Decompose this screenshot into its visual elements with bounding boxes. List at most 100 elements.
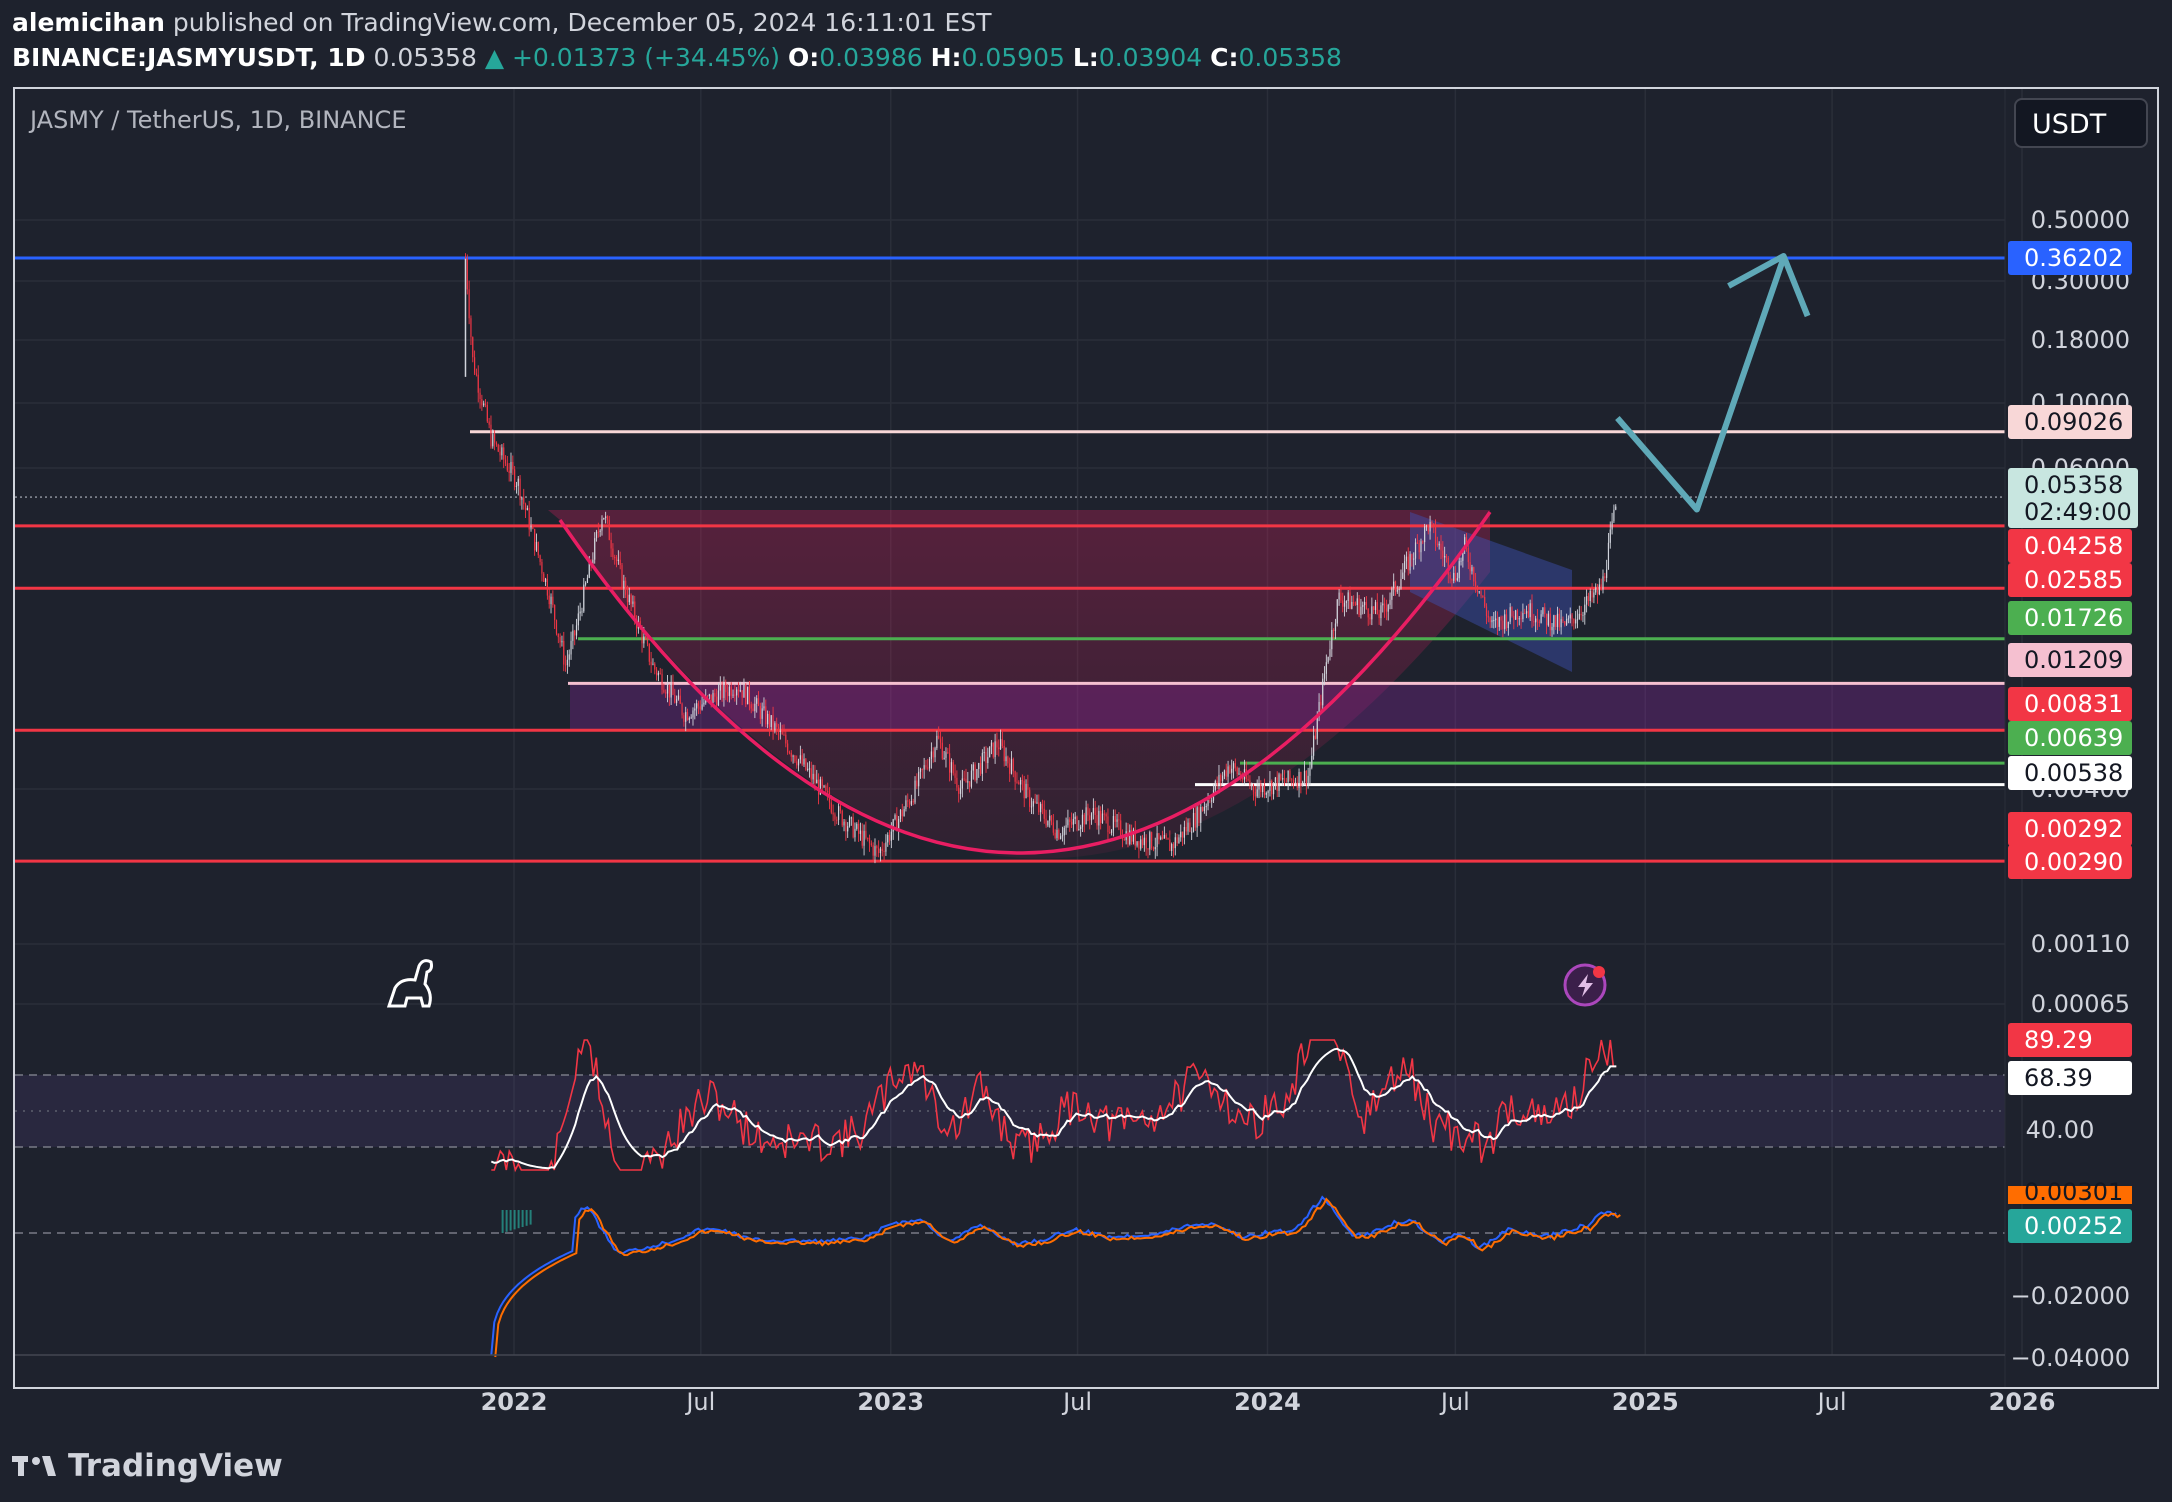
candle-body (706, 696, 709, 698)
candle-body (1027, 783, 1029, 790)
candle-body (1354, 603, 1357, 606)
candle-body (479, 392, 481, 400)
candle-body (1251, 785, 1253, 787)
candle-body (737, 689, 740, 692)
candle-body (1038, 802, 1040, 813)
candle-body (1010, 759, 1013, 774)
candle-body (681, 703, 683, 716)
candle-body (1225, 770, 1227, 777)
candle-body (555, 620, 558, 634)
candle-body (575, 625, 578, 636)
candle-body (832, 812, 834, 815)
currency-button[interactable]: USDT (2014, 98, 2148, 148)
candle-body (1096, 815, 1098, 826)
macd-histogram-bar (509, 1210, 512, 1231)
candle-body (1191, 831, 1193, 833)
notification-dot (1593, 966, 1605, 978)
candle-body (570, 640, 572, 655)
candle-body (1573, 618, 1575, 624)
candle-body (623, 580, 625, 589)
candle-body (1571, 614, 1573, 619)
candle-body (967, 781, 969, 783)
candle-body (1292, 779, 1295, 784)
candle-body (1609, 529, 1611, 543)
candle-body (1065, 825, 1067, 828)
candle-body (468, 289, 470, 319)
candle-body (1544, 607, 1546, 614)
candle-body (666, 684, 669, 694)
candle-body (512, 461, 514, 470)
candle-body (586, 577, 589, 583)
candle-body (1442, 550, 1444, 558)
candle-body (1606, 569, 1608, 578)
candle-body (564, 664, 567, 666)
candle-body (577, 613, 579, 626)
candle-body (1047, 820, 1049, 826)
candle-body (1535, 618, 1537, 623)
candle-body (530, 525, 532, 530)
candle-body (1576, 619, 1579, 621)
lightning-icon (1563, 963, 1607, 1007)
candle-body (803, 758, 805, 765)
candle-body (561, 640, 563, 643)
indicator-layer (15, 1039, 2005, 1358)
price-tag-0.00292: 0.00292 (2024, 815, 2123, 843)
candle-body (716, 696, 718, 706)
candle-body (919, 768, 922, 772)
candle-body (814, 773, 816, 784)
candle-body (865, 830, 867, 838)
candle-body (1167, 838, 1169, 840)
candle-body (903, 809, 905, 817)
candle-body (1181, 831, 1184, 838)
x-tick-label: 2026 (1989, 1388, 2056, 1416)
candle-body (1041, 803, 1044, 809)
candle-body (723, 683, 725, 698)
candle-body (1103, 813, 1105, 815)
candle-body (585, 582, 587, 585)
candle-body (1143, 837, 1145, 846)
candle-body (563, 640, 565, 665)
candle-body (1147, 848, 1149, 850)
candle-body (610, 539, 612, 549)
candle-body (1451, 578, 1453, 581)
candle-body (750, 704, 752, 709)
candle-body (810, 768, 812, 780)
candle-body (1558, 613, 1560, 628)
candle-body (1349, 592, 1351, 609)
candle-body (1438, 543, 1440, 546)
candle-body (777, 726, 780, 733)
candle-body (534, 528, 536, 551)
candle-body (504, 459, 507, 464)
candle-body (969, 781, 971, 787)
candle-body (1329, 649, 1331, 657)
candle-body (619, 559, 621, 566)
candle-body (1001, 739, 1003, 746)
candle-body (854, 828, 856, 838)
tradingview-logo[interactable]: TradingView (12, 1448, 283, 1486)
candle-body (874, 846, 876, 856)
candle-body (470, 318, 472, 338)
candle-body (1141, 839, 1144, 846)
candle-body (827, 790, 829, 793)
candle-body (1373, 606, 1375, 611)
candle-body (1575, 619, 1577, 624)
price-chart[interactable]: 2022 Jul 2023 Jul 2024 Jul 2025 Jul 2026 0.50000 0… (0, 0, 2172, 1502)
candle-body (1367, 608, 1369, 618)
candle-body (1567, 618, 1570, 620)
candle-body (665, 692, 667, 694)
candle-body (1347, 592, 1349, 602)
candle-body (1385, 608, 1388, 612)
candle-body (583, 584, 585, 612)
candle-body (1413, 558, 1415, 560)
candle-body (1081, 814, 1084, 827)
candle-body (1327, 656, 1329, 663)
candle-body (1172, 844, 1175, 849)
candle-body (1067, 819, 1069, 826)
candle-body (1014, 771, 1016, 782)
macd-histogram-bar (501, 1210, 504, 1233)
candle-body (688, 717, 690, 720)
candle-body (1545, 613, 1548, 626)
candle-body (1615, 506, 1617, 510)
candle-body (1178, 837, 1180, 844)
candle-body (1398, 588, 1400, 591)
